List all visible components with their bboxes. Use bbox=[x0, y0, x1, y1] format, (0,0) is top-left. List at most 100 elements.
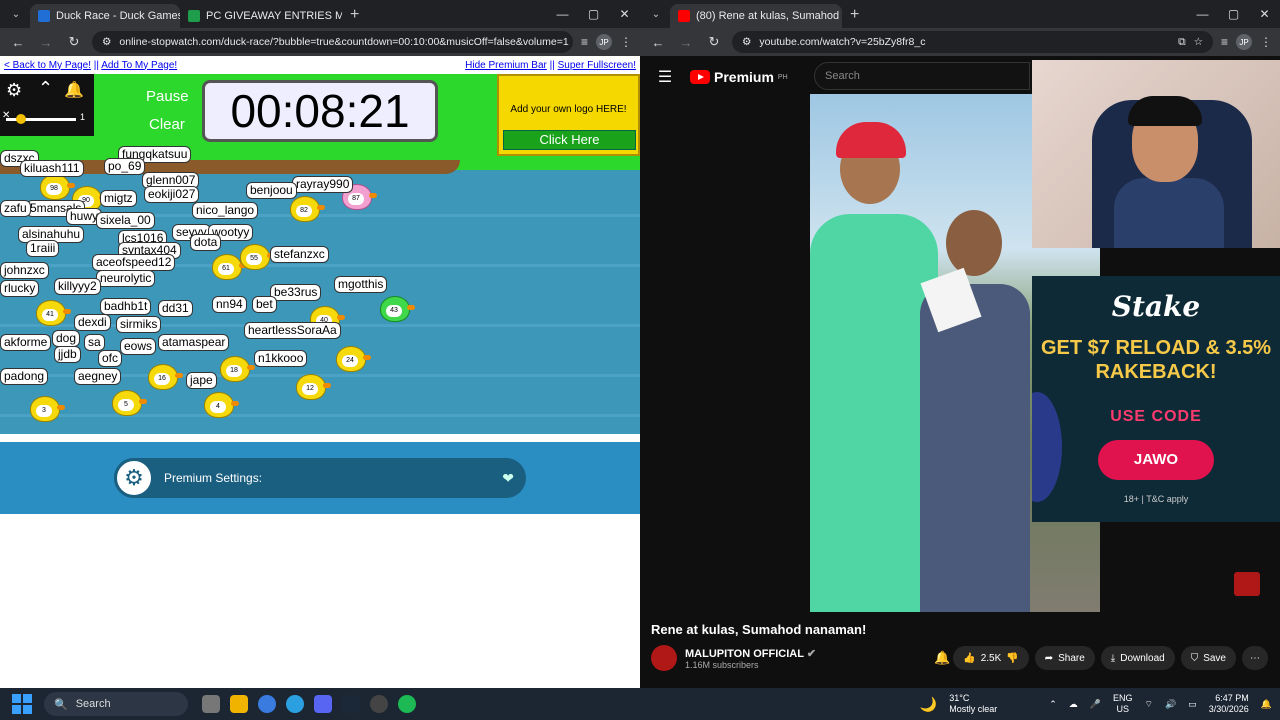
chrome-icon[interactable] bbox=[258, 695, 276, 713]
close-window-icon[interactable]: ✕ bbox=[1249, 0, 1280, 28]
reading-list-icon[interactable]: ≡ bbox=[1221, 35, 1228, 49]
clear-button[interactable]: Clear bbox=[149, 116, 185, 133]
settings-gear-icon[interactable]: ⚙ bbox=[6, 80, 22, 101]
volume-icon[interactable]: 🔊 bbox=[1165, 699, 1176, 710]
new-tab-icon[interactable]: + bbox=[842, 6, 867, 28]
site-info-icon[interactable]: ⚙ bbox=[742, 36, 751, 48]
sound-bell-icon[interactable]: 🔔 bbox=[64, 80, 84, 100]
microphone-icon[interactable]: 🎤 bbox=[1090, 699, 1101, 710]
channel-watermark-icon[interactable] bbox=[1234, 572, 1260, 596]
youtube-favicon bbox=[678, 10, 690, 22]
stake-ad-overlay[interactable]: Stake GET $7 RELOAD & 3.5% RAKEBACK! USE… bbox=[1032, 276, 1280, 522]
wifi-icon[interactable]: ⌔ bbox=[1145, 699, 1153, 710]
youtube-premium-logo[interactable]: Premium PH bbox=[690, 69, 788, 85]
collapse-chevron-icon[interactable]: ⌃ bbox=[38, 78, 53, 99]
reading-list-icon[interactable]: ≡ bbox=[581, 35, 588, 49]
thumbs-down-icon[interactable]: 👎 bbox=[1006, 653, 1018, 664]
thumbs-up-icon: 👍 bbox=[963, 652, 976, 664]
premium-settings-band: ⚙ Premium Settings: ❤ bbox=[0, 442, 640, 514]
taskbar-search[interactable]: 🔍 Search bbox=[44, 692, 188, 716]
save-button[interactable]: ⛉ Save bbox=[1180, 646, 1236, 670]
clock[interactable]: 6:47 PM 3/30/2026 bbox=[1209, 693, 1249, 715]
menu-icon[interactable]: ⋮ bbox=[1260, 35, 1272, 49]
forward-icon[interactable]: → bbox=[36, 35, 56, 50]
obs-icon[interactable] bbox=[370, 695, 388, 713]
tab-giveaway[interactable]: PC GIVEAWAY ENTRIES MAY 20 ✕ bbox=[180, 4, 342, 28]
back-to-my-page-link[interactable]: < Back to My Page! bbox=[4, 60, 91, 71]
hamburger-menu-icon[interactable]: ☰ bbox=[640, 67, 690, 87]
install-app-icon[interactable]: ⧉ bbox=[1178, 36, 1186, 49]
menu-icon[interactable]: ⋮ bbox=[620, 35, 632, 49]
like-button[interactable]: 👍 2.5K 👎 bbox=[953, 646, 1029, 670]
file-explorer-icon[interactable] bbox=[230, 695, 248, 713]
url-field[interactable]: ⚙ online-stopwatch.com/duck-race/?bubble… bbox=[92, 31, 573, 53]
notifications-icon[interactable]: 🔔 bbox=[1261, 699, 1272, 710]
language-indicator[interactable]: ENG US bbox=[1113, 693, 1133, 715]
tab-list-icon[interactable]: ⌄ bbox=[644, 2, 668, 26]
tab-bar: ⌄ (80) Rene at kulas, Sumahod 🔊 ✕ + — ▢ … bbox=[640, 0, 1280, 28]
more-actions-icon[interactable]: ⋯ bbox=[1242, 646, 1268, 670]
premium-settings-bar[interactable]: ⚙ Premium Settings: ❤ bbox=[114, 458, 526, 498]
maximize-icon[interactable]: ▢ bbox=[578, 0, 609, 28]
profile-avatar[interactable]: JP bbox=[596, 34, 612, 50]
maximize-icon[interactable]: ▢ bbox=[1218, 0, 1249, 28]
battery-icon[interactable]: ▭ bbox=[1188, 699, 1197, 710]
click-here-button[interactable]: Click Here bbox=[503, 130, 636, 150]
share-button[interactable]: ➦ Share bbox=[1034, 646, 1095, 670]
volume-slider[interactable] bbox=[6, 114, 76, 124]
site-info-icon[interactable]: ⚙ bbox=[102, 36, 111, 48]
forward-icon[interactable]: → bbox=[676, 35, 696, 50]
duck-number: 82 bbox=[296, 205, 312, 217]
reload-icon[interactable]: ↻ bbox=[704, 34, 724, 50]
back-icon[interactable]: ← bbox=[648, 35, 668, 50]
reload-icon[interactable]: ↻ bbox=[64, 34, 84, 50]
back-icon[interactable]: ← bbox=[8, 35, 28, 50]
spotify-icon[interactable] bbox=[398, 695, 416, 713]
pause-button[interactable]: Pause bbox=[146, 88, 189, 105]
chevron-down-icon[interactable]: ❤ bbox=[502, 470, 514, 487]
profile-avatar[interactable]: JP bbox=[1236, 34, 1252, 50]
tab-list-icon[interactable]: ⌄ bbox=[4, 2, 28, 26]
discord-icon[interactable] bbox=[314, 695, 332, 713]
racer-name-bubble: heartlessSoraAa bbox=[244, 322, 341, 339]
window-controls: — ▢ ✕ bbox=[547, 0, 640, 28]
window-controls: — ▢ ✕ bbox=[1187, 0, 1280, 28]
download-button[interactable]: ⤓ Download bbox=[1100, 646, 1175, 670]
racer-name-bubble: aegney bbox=[74, 368, 122, 385]
super-fullscreen-link[interactable]: Super Fullscreen! bbox=[558, 60, 636, 71]
racer-name-bubble: dota bbox=[190, 234, 222, 251]
volume-knob[interactable] bbox=[16, 114, 26, 124]
new-tab-icon[interactable]: + bbox=[342, 6, 367, 28]
racer-name-bubble: badhb1t bbox=[100, 298, 152, 315]
racer-name-bubble: be33rus bbox=[270, 284, 322, 301]
duck-race-area: ⚙ ⌃ 🔔 ✕ 1 Pause Clear 00:08:21 Add your … bbox=[0, 74, 640, 444]
search-input[interactable]: Search bbox=[814, 62, 1030, 90]
lang-secondary: US bbox=[1116, 704, 1130, 714]
task-view-icon[interactable] bbox=[202, 695, 220, 713]
add-to-my-page-link[interactable]: Add To My Page! bbox=[101, 60, 177, 71]
telegram-icon[interactable] bbox=[286, 695, 304, 713]
minimize-icon[interactable]: — bbox=[547, 0, 578, 28]
racer-name-bubble: dd31 bbox=[158, 300, 193, 317]
minimize-icon[interactable]: — bbox=[1187, 0, 1218, 28]
close-window-icon[interactable]: ✕ bbox=[609, 0, 640, 28]
steam-icon[interactable] bbox=[342, 695, 360, 713]
promo-code-button[interactable]: JAWO bbox=[1098, 440, 1214, 480]
bookmark-star-icon[interactable]: ☆ bbox=[1194, 36, 1203, 48]
windows-start-icon[interactable] bbox=[12, 694, 32, 714]
tab-duck-race[interactable]: Duck Race - Duck Games ✕ bbox=[30, 4, 180, 28]
channel-name[interactable]: MALUPITON OFFICIAL ✔ bbox=[685, 647, 816, 660]
racer-name-bubble: dexdi bbox=[74, 314, 111, 331]
channel-avatar[interactable] bbox=[651, 645, 677, 671]
sheets-favicon bbox=[188, 10, 200, 22]
url-field[interactable]: ⚙ youtube.com/watch?v=25bZy8fr8_c ⧉ ☆ bbox=[732, 31, 1213, 53]
network-tray-icon[interactable]: ☁ bbox=[1069, 699, 1078, 710]
racer-name-bubble: sixela_00 bbox=[96, 212, 155, 229]
hide-premium-bar-link[interactable]: Hide Premium Bar bbox=[465, 60, 547, 71]
search-icon: 🔍 bbox=[54, 698, 68, 711]
racer-name-bubble: nico_lango bbox=[192, 202, 259, 219]
share-label: Share bbox=[1058, 652, 1085, 664]
tray-chevron-icon[interactable]: ⌃ bbox=[1049, 699, 1057, 710]
weather-widget[interactable]: 31°C Mostly clear bbox=[949, 693, 997, 715]
tab-youtube[interactable]: (80) Rene at kulas, Sumahod 🔊 ✕ bbox=[670, 4, 842, 28]
